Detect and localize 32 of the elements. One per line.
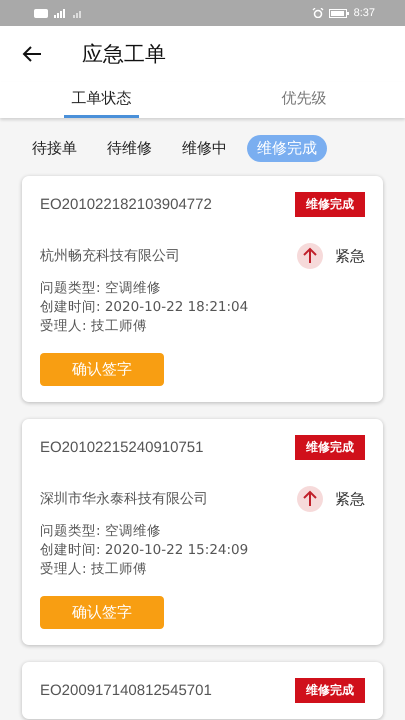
back-arrow-icon[interactable] [22,46,42,62]
order-card[interactable]: EO20102215240910751 维修完成 深圳市华永泰科技有限公司 紧急 问题类型: 空调维修 创建时间: 2020-10-22 15:24:09 受理人: 技工师傅 确认签字 [22,419,383,645]
tab[interactable]: 工单状态 [64,82,138,118]
order-number: EO200917140812545701 [40,682,212,699]
alarm-icon [312,8,324,18]
clock-time: 8:37 [354,7,375,19]
detail-line: 创建时间: 2020-10-22 18:21:04 [40,298,250,317]
priority-label: 紧急 [335,490,365,508]
filter-chip[interactable]: 待维修 [97,134,162,162]
filter-chip[interactable]: 待接单 [22,134,87,162]
company-name: 杭州畅充科技有限公司 [40,247,180,265]
detail-line: 问题类型: 空调维修 [40,279,162,298]
order-card[interactable]: EO200917140812545701 维修完成 [22,662,383,719]
order-card[interactable]: EO201022182103904772 维修完成 杭州畅充科技有限公司 紧急 问题类型: 空调维修 创建时间: 2020-10-22 18:21:04 受理人: 技工师傅 确认签字 [22,176,383,402]
order-number: EO201022182103904772 [40,196,212,213]
priority-label: 紧急 [335,246,365,266]
detail-line: 受理人: 技工师傅 [40,560,148,579]
page-title: 应急工单 [82,41,166,68]
tab[interactable]: 优先级 [266,82,341,118]
detail-line: 问题类型: 空调维修 [40,522,162,541]
order-number: EO20102215240910751 [40,439,204,456]
filter-chip[interactable]: 维修中 [172,134,237,162]
status-badge: 维修完成 [295,678,365,703]
signal-icon [53,8,67,18]
signal-icon [72,8,84,18]
status-badge: 维修完成 [295,435,365,460]
hd-icon [34,8,48,18]
detail-line: 创建时间: 2020-10-22 15:24:09 [40,541,250,560]
detail-line: 受理人: 技工师傅 [40,317,148,336]
company-name: 深圳市华永泰科技有限公司 [40,490,208,508]
status-badge: 维修完成 [295,192,365,217]
battery-icon [328,8,349,18]
